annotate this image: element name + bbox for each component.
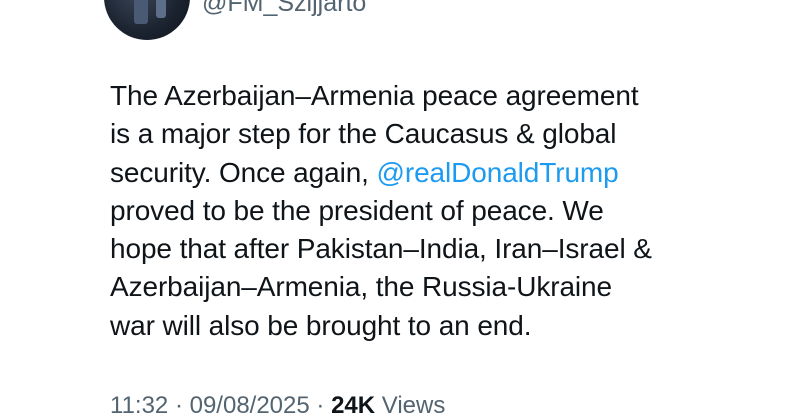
avatar[interactable] <box>104 0 190 40</box>
views-label: Views <box>375 392 446 419</box>
tweet-line: Azerbaijan–Armenia, the Russia-Ukraine <box>110 271 612 303</box>
tweet-line: hope that after Pakistan–India, Iran–Isr… <box>110 233 652 265</box>
tweet-line: is a major step for the Caucasus & globa… <box>110 118 617 150</box>
tweet-line: proved to be the president of peace. We <box>110 194 604 226</box>
tweet-text: The Azerbaijan–Armenia peace agreement i… <box>110 77 770 345</box>
tweet-time[interactable]: 11:32 <box>110 392 168 419</box>
tweet-line-prefix: security. Once again, <box>110 156 377 188</box>
avatar-figure-2 <box>156 0 166 18</box>
tweet-meta: 11:32 · 09/08/2025 · 24K Views <box>110 392 445 420</box>
avatar-figure <box>134 0 148 24</box>
author-handle[interactable]: @FM_Szijjarto <box>202 0 366 18</box>
tweet-date[interactable]: 09/08/2025 <box>190 392 310 419</box>
tweet-line: security. Once again, @realDonaldTrump <box>110 154 770 192</box>
meta-separator: · <box>168 392 190 419</box>
tweet: @FM_Szijjarto The Azerbaijan–Armenia pea… <box>0 0 800 420</box>
meta-separator: · <box>309 392 332 419</box>
tweet-line: The Azerbaijan–Armenia peace agreement <box>110 80 639 111</box>
tweet-line: war will also be brought to an end. <box>110 309 532 341</box>
views-count[interactable]: 24K <box>331 392 375 419</box>
mention-link[interactable]: @realDonaldTrump <box>377 157 619 188</box>
